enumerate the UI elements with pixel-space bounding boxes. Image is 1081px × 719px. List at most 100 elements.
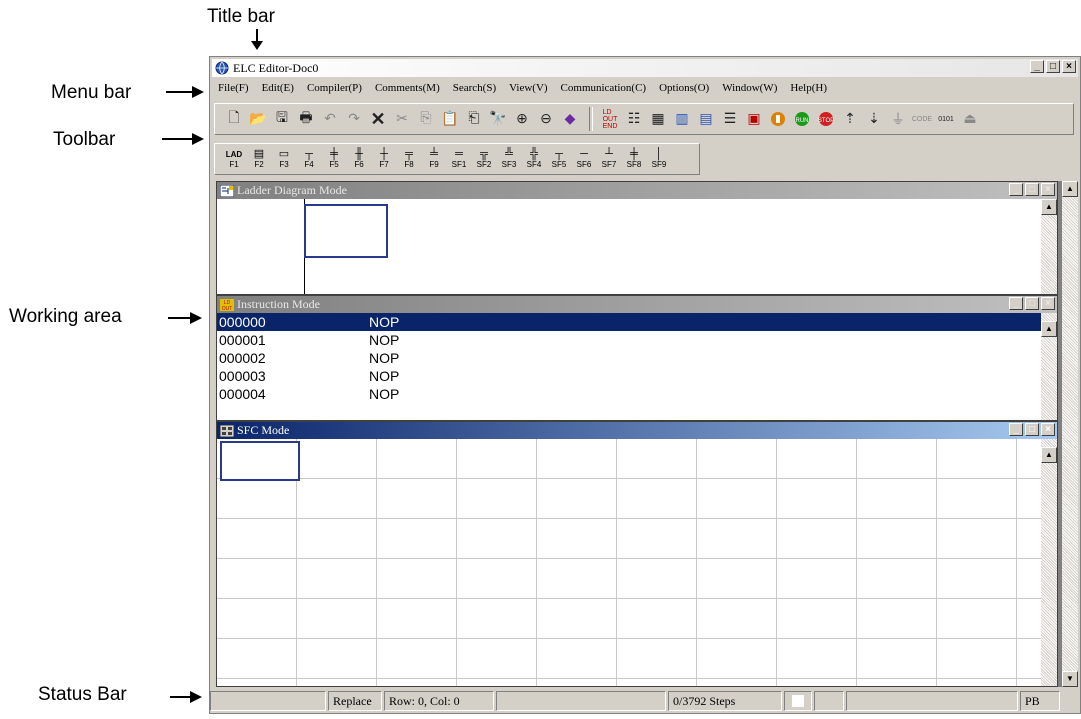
sf4-key-button[interactable]: ╬ SF4 bbox=[523, 146, 545, 172]
open-icon[interactable]: 📂 bbox=[247, 108, 269, 130]
f2-key-button[interactable]: ▤ F2 bbox=[248, 146, 270, 172]
instruction-title-bar[interactable]: LD OUT Instruction Mode _ □ × bbox=[217, 296, 1057, 313]
undo-icon[interactable]: ↶ bbox=[319, 108, 341, 130]
maximize-button[interactable]: □ bbox=[1046, 60, 1060, 73]
instruction-maximize-button[interactable]: □ bbox=[1025, 297, 1039, 310]
row-address: 000003 bbox=[219, 368, 266, 384]
download-icon[interactable]: ⇣ bbox=[863, 108, 885, 130]
menu-communication[interactable]: Communication(C) bbox=[561, 82, 647, 94]
sf3-key-button[interactable]: ╩ SF3 bbox=[498, 146, 520, 172]
instruction-row[interactable]: 000001 NOP bbox=[217, 331, 1057, 349]
monitor-icon[interactable]: ▦ bbox=[647, 108, 669, 130]
stop-button-icon[interactable]: STOP bbox=[815, 108, 837, 130]
sf2-key-button[interactable]: ╦ SF2 bbox=[473, 146, 495, 172]
paste-icon[interactable]: 📋 bbox=[439, 108, 461, 130]
save-icon[interactable]: 🖫 bbox=[271, 108, 293, 130]
sfc-window[interactable]: SFC Mode _ □ × ▲ bbox=[216, 421, 1058, 687]
sfc-minimize-button[interactable]: _ bbox=[1009, 423, 1023, 436]
sf7-key-button[interactable]: ┴ SF7 bbox=[598, 146, 620, 172]
menu-bar: File(F) Edit(E) Compiler(P) Comments(M) … bbox=[212, 79, 1078, 97]
ld-out-end-icon[interactable]: LD OUT END bbox=[599, 108, 621, 130]
minimize-button[interactable]: _ bbox=[1030, 60, 1044, 73]
stop-circle-icon[interactable] bbox=[767, 108, 789, 130]
compile-icon[interactable]: ☰ bbox=[719, 108, 741, 130]
main-toolbar: 🗋 📂 🖫 🖶 ↶ ↷ ✕ ✂ ⎘ 📋 ⎗ 🔭 ⊕ ⊖ ◆ LD OUT END ☷… bbox=[214, 103, 1074, 135]
contact-icon[interactable]: ⏚ bbox=[887, 108, 909, 130]
menu-view[interactable]: View(V) bbox=[509, 82, 547, 94]
instruction-row[interactable]: 000004 NOP bbox=[217, 385, 1057, 403]
scroll-up-icon[interactable]: ▲ bbox=[1041, 199, 1057, 215]
menu-edit[interactable]: Edit(E) bbox=[262, 82, 294, 94]
ladder-close-button[interactable]: × bbox=[1041, 183, 1055, 196]
f8-key-button[interactable]: ╤ F8 bbox=[398, 146, 420, 172]
ladder-maximize-button[interactable]: □ bbox=[1025, 183, 1039, 196]
sfc-scrollbar[interactable]: ▲ bbox=[1041, 439, 1057, 686]
instruction-row[interactable]: 000002 NOP bbox=[217, 349, 1057, 367]
code-icon[interactable]: CODE bbox=[911, 108, 933, 130]
menu-compiler[interactable]: Compiler(P) bbox=[307, 82, 362, 94]
ladder-scrollbar[interactable]: ▲ bbox=[1041, 199, 1057, 294]
cut-icon[interactable]: ✂ bbox=[391, 108, 413, 130]
binary-icon[interactable]: 0101 bbox=[935, 108, 957, 130]
fkey-glyph: ┬ bbox=[305, 148, 313, 160]
ladder-diagram-window[interactable]: Ladder Diagram Mode _ □ × ▲ bbox=[216, 181, 1058, 295]
ladder-list-icon[interactable]: ☷ bbox=[623, 108, 645, 130]
paste-special-icon[interactable]: ⎗ bbox=[463, 108, 485, 130]
svg-text:OUT: OUT bbox=[222, 306, 233, 311]
f4-key-button[interactable]: ┬ F4 bbox=[298, 146, 320, 172]
sfc-close-button[interactable]: × bbox=[1041, 423, 1055, 436]
instruction-minimize-button[interactable]: _ bbox=[1009, 297, 1023, 310]
instruction-row[interactable]: 000000 NOP bbox=[217, 313, 1057, 331]
sfc-canvas[interactable]: ▲ bbox=[217, 439, 1057, 686]
sf8-key-button[interactable]: ╪ SF8 bbox=[623, 146, 645, 172]
menu-help[interactable]: Help(H) bbox=[790, 82, 827, 94]
upload-icon[interactable]: ⇡ bbox=[839, 108, 861, 130]
menu-search[interactable]: Search(S) bbox=[453, 82, 496, 94]
menu-options[interactable]: Options(O) bbox=[659, 82, 709, 94]
f6-key-button[interactable]: ╫ F6 bbox=[348, 146, 370, 172]
ladder-run-icon[interactable]: ▣ bbox=[743, 108, 765, 130]
ladder-title-bar[interactable]: Ladder Diagram Mode _ □ × bbox=[217, 182, 1057, 199]
instruction-window[interactable]: LD OUT Instruction Mode _ □ × 000000 NOP 0… bbox=[216, 295, 1058, 421]
menu-file[interactable]: File(F) bbox=[218, 82, 249, 94]
menu-comments[interactable]: Comments(M) bbox=[375, 82, 440, 94]
sf6-key-button[interactable]: ─ SF6 bbox=[573, 146, 595, 172]
new-icon[interactable]: 🗋 bbox=[223, 108, 245, 130]
scroll-down-icon[interactable]: ▼ bbox=[1062, 671, 1078, 687]
f7-key-button[interactable]: ┼ F7 bbox=[373, 146, 395, 172]
sfc-title-bar[interactable]: SFC Mode _ □ × bbox=[217, 422, 1057, 439]
sf5-key-button[interactable]: ┬ SF5 bbox=[548, 146, 570, 172]
device-table-icon[interactable]: ▥ bbox=[671, 108, 693, 130]
sfc-table-icon[interactable]: ▤ bbox=[695, 108, 717, 130]
function-key-toolbar: LAD F1 ▤ F2 ▭ F3 ┬ F4 ╪ F5 ╫ F6 ┼ F7 ╤ F8 ╧ F9 ═ S… bbox=[214, 143, 700, 175]
ladder-canvas[interactable]: ▲ bbox=[217, 199, 1057, 294]
f5-key-button[interactable]: ╪ F5 bbox=[323, 146, 345, 172]
instruction-close-button[interactable]: × bbox=[1041, 297, 1055, 310]
run-button-icon[interactable]: RUN bbox=[791, 108, 813, 130]
f3-key-button[interactable]: ▭ F3 bbox=[273, 146, 295, 172]
scroll-up-icon[interactable]: ▲ bbox=[1062, 181, 1078, 197]
redo-icon[interactable]: ↷ bbox=[343, 108, 365, 130]
f9-key-button[interactable]: ╧ F9 bbox=[423, 146, 445, 172]
zoom-in-icon[interactable]: ⊕ bbox=[511, 108, 533, 130]
find-icon[interactable]: 🔭 bbox=[487, 108, 509, 130]
sf9-key-button[interactable]: │ SF9 bbox=[648, 146, 670, 172]
instruction-scrollbar[interactable]: ▲ bbox=[1041, 313, 1057, 420]
instruction-row[interactable]: 000003 NOP bbox=[217, 367, 1057, 385]
zoom-out-icon[interactable]: ⊖ bbox=[535, 108, 557, 130]
transfer-icon[interactable]: ⏏ bbox=[959, 108, 981, 130]
sfc-maximize-button[interactable]: □ bbox=[1025, 423, 1039, 436]
sf1-key-button[interactable]: ═ SF1 bbox=[448, 146, 470, 172]
close-button[interactable]: × bbox=[1062, 60, 1076, 73]
print-icon[interactable]: 🖶 bbox=[295, 108, 317, 130]
workspace-scrollbar[interactable]: ▲ ▼ bbox=[1062, 181, 1078, 687]
f1-key-button[interactable]: LAD F1 bbox=[223, 146, 245, 172]
ladder-minimize-button[interactable]: _ bbox=[1009, 183, 1023, 196]
book-icon[interactable]: ◆ bbox=[559, 108, 581, 130]
scroll-up-icon[interactable]: ▲ bbox=[1041, 447, 1057, 463]
copy-icon[interactable]: ⎘ bbox=[415, 108, 437, 130]
title-bar[interactable]: ELC Editor-Doc0 _ □ × bbox=[212, 59, 1078, 77]
menu-window[interactable]: Window(W) bbox=[722, 82, 777, 94]
scroll-up-icon[interactable]: ▲ bbox=[1041, 321, 1057, 337]
delete-icon[interactable]: ✕ bbox=[367, 108, 389, 130]
